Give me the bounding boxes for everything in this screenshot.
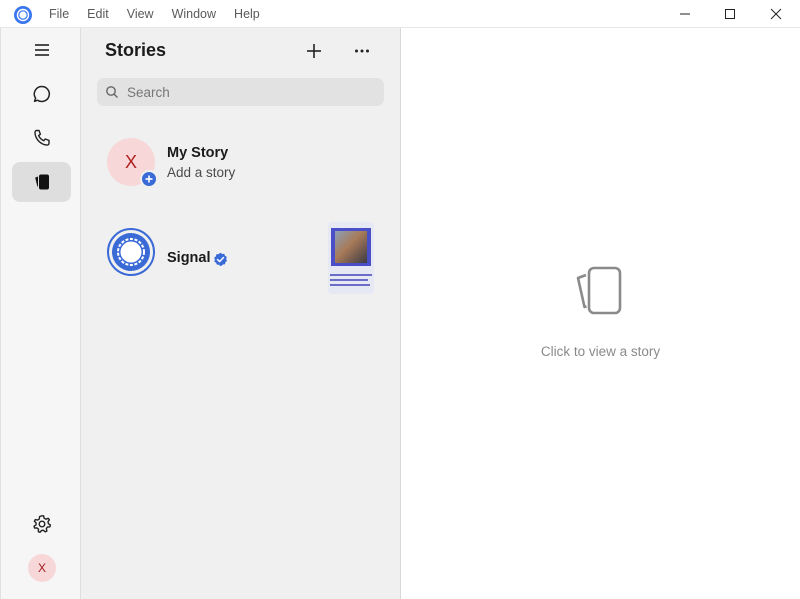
minimize-button[interactable]	[662, 0, 708, 28]
minimize-icon	[680, 13, 690, 15]
rail-menu-button[interactable]	[12, 30, 71, 70]
menu-file[interactable]: File	[40, 0, 78, 28]
chat-bubble-icon	[33, 85, 50, 103]
menu-bar: File Edit View Window Help	[40, 0, 269, 28]
phone-icon	[33, 129, 50, 146]
page-title: Stories	[105, 40, 167, 60]
profile-avatar[interactable]: X	[28, 554, 56, 582]
maximize-button[interactable]	[707, 0, 753, 28]
stories-icon	[34, 174, 49, 190]
more-options-button[interactable]	[347, 37, 377, 65]
plus-icon	[145, 175, 153, 183]
rail-chats-button[interactable]	[12, 74, 71, 114]
signal-avatar-icon	[107, 228, 155, 276]
menu-window[interactable]: Window	[163, 0, 225, 28]
search-input[interactable]	[127, 84, 367, 100]
menu-help[interactable]: Help	[225, 0, 269, 28]
menu-view[interactable]: View	[118, 0, 163, 28]
search-box	[97, 78, 384, 106]
menu-edit[interactable]: Edit	[78, 0, 118, 28]
signal-logo-icon	[14, 6, 32, 24]
nav-rail: X	[0, 28, 81, 599]
ellipsis-icon	[355, 49, 369, 53]
add-story-badge	[140, 170, 158, 188]
close-icon	[770, 8, 782, 20]
maximize-icon	[725, 9, 735, 19]
my-story-subtitle: Add a story	[167, 165, 236, 180]
title-bar: File Edit View Window Help	[0, 0, 800, 28]
hamburger-icon	[34, 44, 49, 56]
story-name-signal: Signal	[167, 250, 211, 266]
story-thumbnail-photo	[331, 228, 371, 266]
stories-panel: Stories X My Story	[81, 28, 401, 599]
my-story-name: My Story	[167, 145, 229, 161]
verified-badge-icon	[214, 252, 227, 266]
add-story-button[interactable]	[299, 37, 329, 65]
close-button[interactable]	[753, 0, 799, 28]
story-thumbnail[interactable]	[328, 222, 374, 294]
gear-icon	[32, 515, 51, 533]
empty-viewer-text: Click to view a story	[540, 344, 661, 359]
story-viewer: Click to view a story	[401, 28, 800, 599]
rail-settings-button[interactable]	[12, 504, 71, 544]
search-icon	[106, 86, 118, 98]
stories-placeholder-icon	[576, 266, 622, 315]
rail-stories-button[interactable]	[12, 162, 71, 202]
rail-calls-button[interactable]	[12, 118, 71, 158]
story-row-signal[interactable]: Signal	[97, 222, 385, 302]
my-story-row[interactable]: X My Story Add a story	[97, 128, 385, 208]
plus-icon	[307, 44, 321, 58]
